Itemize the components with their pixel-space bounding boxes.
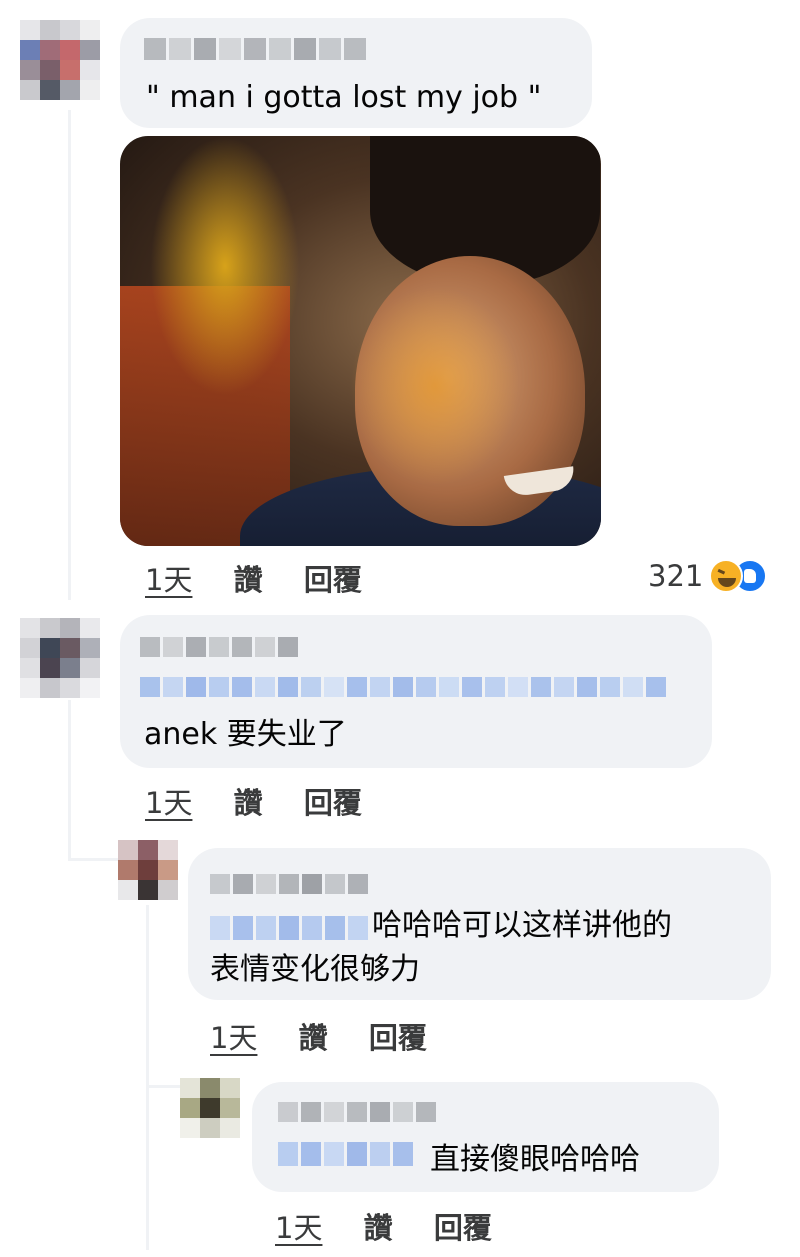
redacted-tag [210,916,368,940]
reaction-summary[interactable]: 321 [648,556,768,596]
reply-button[interactable]: 回覆 [304,563,362,597]
comment-actions: 1天 讚 回覆 [275,1205,524,1247]
comment-actions: 1天 讚 回覆 [210,1015,459,1057]
avatar[interactable] [118,840,178,900]
comment-timestamp[interactable]: 1天 [145,563,192,597]
comment-photo[interactable] [120,136,601,546]
redacted-username [140,637,298,657]
comment-bubble: anek 要失业了 [120,615,712,768]
reply-button[interactable]: 回覆 [369,1021,427,1055]
comment-bubble: " man i gotta lost my job " [120,18,592,128]
comment-timestamp[interactable]: 1天 [210,1021,257,1055]
reaction-count: 321 [648,559,704,593]
like-button[interactable]: 讚 [299,1021,328,1055]
comment-text: " man i gotta lost my job " [146,80,542,115]
redacted-tag [140,677,666,697]
thread-line [68,110,71,600]
comment-bubble: 直接傻眼哈哈哈 [252,1082,719,1192]
comment-text: 哈哈哈可以这样讲他的 [372,908,672,943]
like-button[interactable]: 讚 [234,786,263,820]
reply-button[interactable]: 回覆 [434,1211,492,1245]
comment-text: anek 要失业了 [144,717,347,752]
avatar[interactable] [20,20,100,100]
comment-actions: 1天 讚 回覆 [145,557,394,599]
thread-line [146,905,149,1250]
comment-timestamp[interactable]: 1天 [275,1211,322,1245]
redacted-username [210,874,368,894]
like-button[interactable]: 讚 [364,1211,393,1245]
redacted-tag [278,1142,413,1166]
comment-bubble: 哈哈哈可以这样讲他的 表情变化很够力 [188,848,771,1000]
redacted-username [278,1102,436,1122]
comment-text: 表情变化很够力 [210,952,420,987]
comment-actions: 1天 讚 回覆 [145,780,394,822]
like-button[interactable]: 讚 [234,563,263,597]
thread-line [68,700,71,860]
comment-timestamp[interactable]: 1天 [145,786,192,820]
comment-text: 直接傻眼哈哈哈 [430,1142,640,1177]
redacted-username [144,38,366,60]
reply-button[interactable]: 回覆 [304,786,362,820]
avatar[interactable] [20,618,100,698]
avatar[interactable] [180,1078,240,1138]
